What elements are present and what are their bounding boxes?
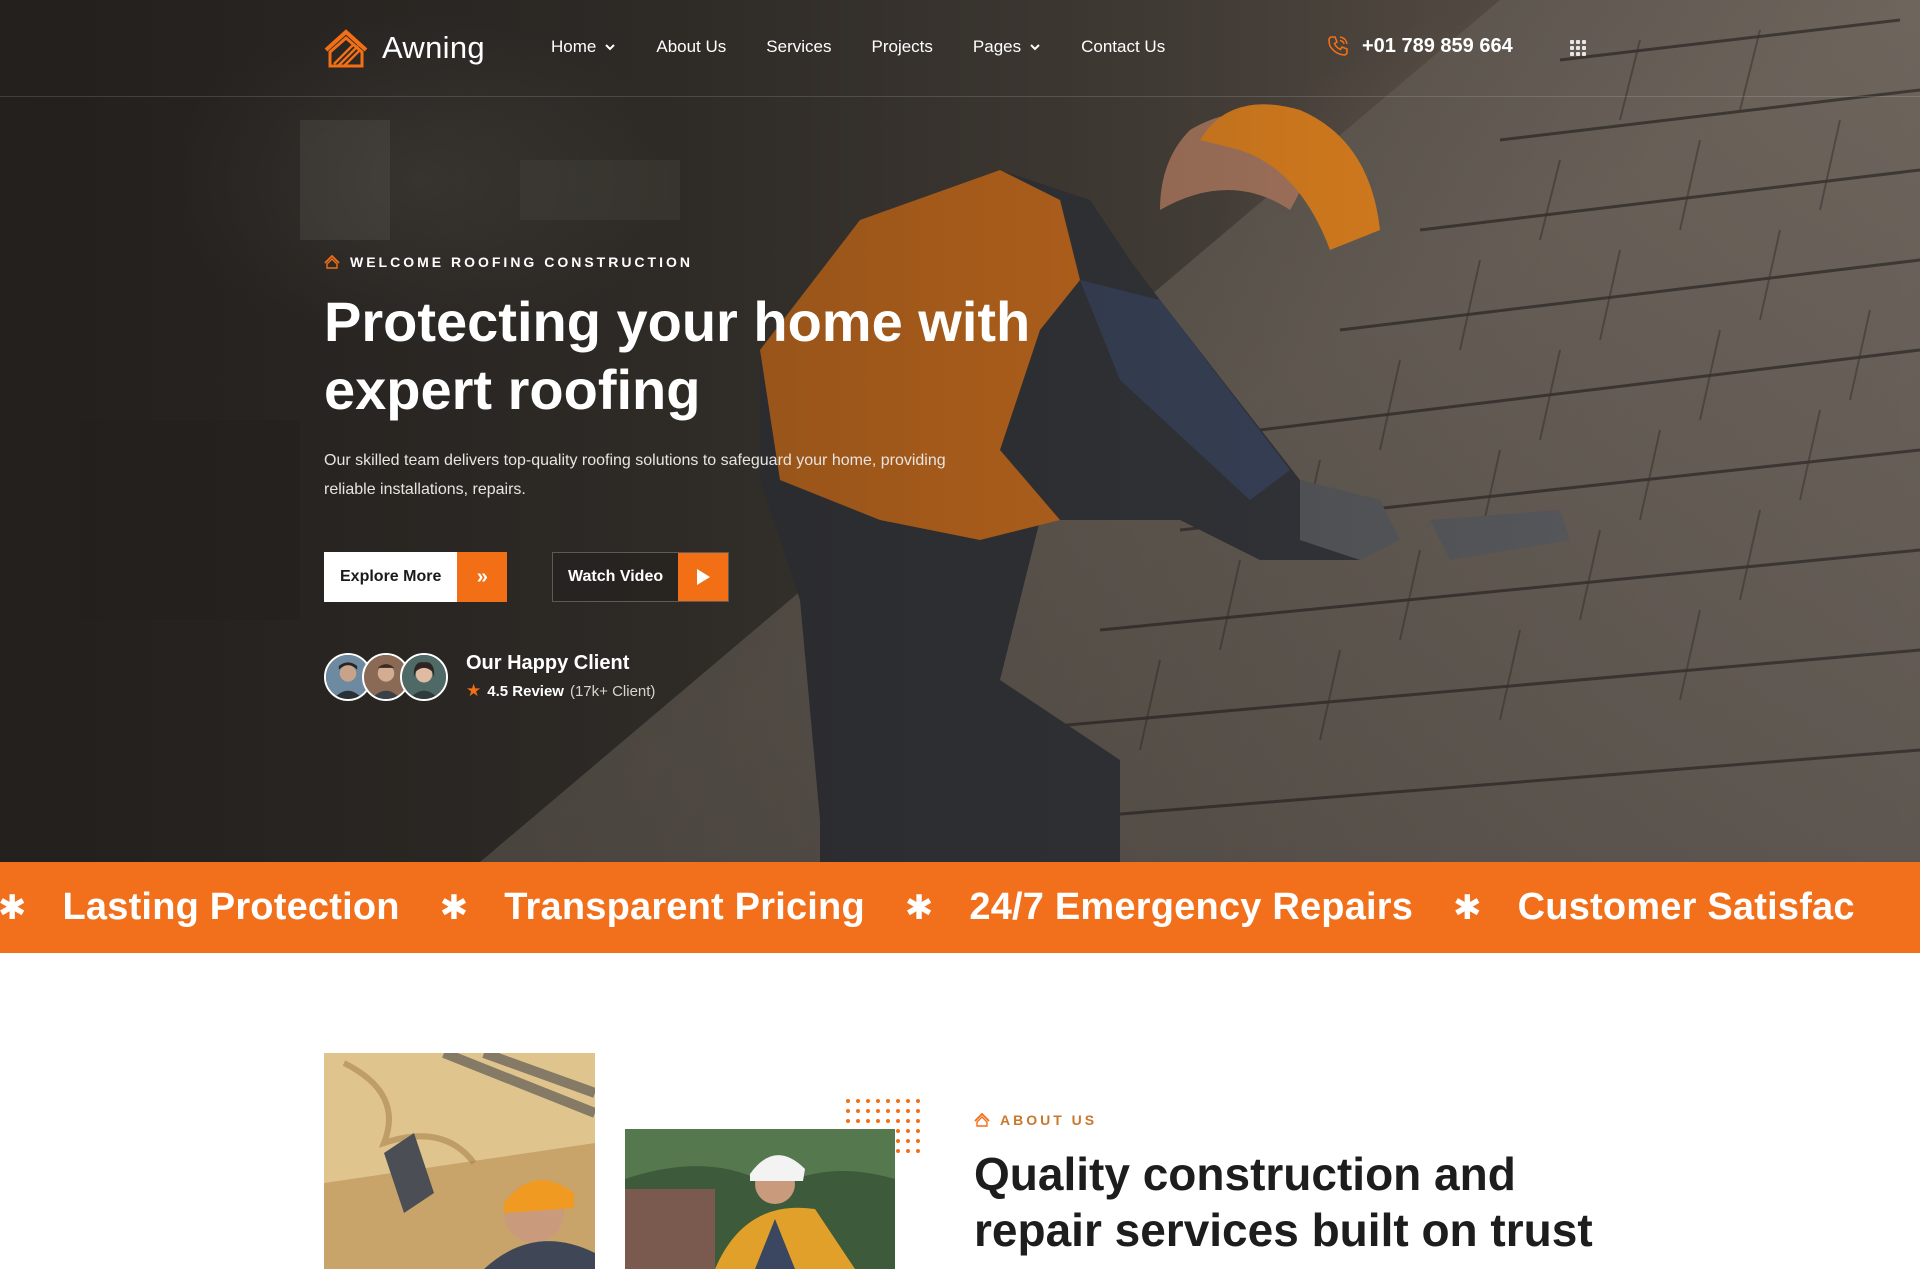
marquee-item: Customer Satisfac — [1517, 886, 1855, 928]
marquee-item: Lasting Protection — [62, 886, 400, 928]
marquee-track: ✱ Lasting Protection ✱ Transparent Prici… — [0, 862, 1895, 953]
star-icon: ★ — [466, 681, 482, 700]
clients-title: Our Happy Client — [466, 652, 630, 674]
nav-label: Pages — [972, 37, 1022, 56]
header-phone[interactable]: +01 789 859 664 — [1326, 34, 1513, 58]
nav-item-about-us[interactable]: About Us — [656, 37, 726, 57]
asterisk-icon: ✱ — [439, 888, 469, 927]
nav-label: Services — [766, 37, 832, 56]
roof-mini-icon — [324, 255, 340, 269]
client-review: ★ 4.5 Review (17k+ Client) — [466, 681, 655, 701]
about-eyebrow-text: ABOUT US — [1000, 1112, 1098, 1128]
avatar — [400, 652, 448, 701]
asterisk-icon: ✱ — [1453, 888, 1482, 927]
client-avatars — [324, 652, 448, 701]
nav-label: About Us — [656, 37, 727, 56]
watch-video-label: Watch Video — [568, 568, 664, 585]
grid-menu-icon[interactable] — [1570, 40, 1586, 56]
review-count: (17k+ Client) — [569, 682, 656, 700]
marquee-item: Transparent Pricing — [504, 886, 865, 928]
about-title: Quality construction and repair services… — [974, 1148, 1593, 1256]
nav-item-home[interactable]: Home — [551, 37, 616, 57]
nav-label: Contact Us — [1081, 37, 1166, 56]
features-marquee: ✱ Lasting Protection ✱ Transparent Prici… — [0, 862, 1920, 953]
brand-name: Awning — [382, 30, 485, 65]
happy-clients: Our Happy Client ★ 4.5 Review (17k+ Clie… — [324, 652, 655, 701]
hero-overlay — [0, 0, 1920, 862]
nav-item-pages[interactable]: Pages — [973, 37, 1041, 57]
nav-item-services[interactable]: Services — [766, 37, 831, 57]
about-eyebrow: ABOUT US — [974, 1112, 1097, 1128]
explore-more-button[interactable]: Explore More » — [324, 552, 508, 602]
hero-description: Our skilled team delivers top-quality ro… — [324, 452, 946, 498]
site-header: Awning Home About Us Services Projects P… — [0, 0, 1920, 97]
about-image-insulation — [324, 1053, 595, 1269]
asterisk-icon: ✱ — [904, 888, 934, 927]
roof-mini-icon — [974, 1113, 990, 1127]
nav-item-projects[interactable]: Projects — [871, 37, 932, 57]
marquee-item: 24/7 Emergency Repairs — [969, 886, 1414, 928]
hero-title: Protecting your home with expert roofing — [324, 290, 1031, 421]
chevron-down-icon — [605, 44, 616, 51]
hero-eyebrow-text: WELCOME ROOFING CONSTRUCTION — [350, 254, 693, 270]
brand-logo[interactable]: Awning — [324, 28, 485, 68]
asterisk-icon: ✱ — [0, 888, 27, 927]
explore-more-label: Explore More — [340, 568, 442, 585]
main-nav: Home About Us Services Projects Pages Co… — [551, 37, 1205, 57]
nav-label: Home — [551, 37, 597, 56]
play-icon — [678, 553, 729, 601]
nav-label: Projects — [871, 37, 933, 56]
phone-icon — [1328, 36, 1348, 56]
review-score: 4.5 Review — [487, 682, 564, 700]
phone-number: +01 789 859 664 — [1362, 34, 1513, 57]
about-image-worker — [625, 1129, 895, 1269]
watch-video-button[interactable]: Watch Video — [552, 552, 730, 602]
chevron-down-icon — [1030, 44, 1040, 51]
roof-logo-icon — [324, 29, 368, 68]
hero-eyebrow: WELCOME ROOFING CONSTRUCTION — [324, 254, 693, 270]
nav-item-contact-us[interactable]: Contact Us — [1081, 37, 1165, 57]
double-chevron-right-icon: » — [457, 552, 508, 602]
hero-section: Awning Home About Us Services Projects P… — [0, 0, 1920, 862]
client-text: Our Happy Client ★ 4.5 Review (17k+ Clie… — [466, 652, 655, 701]
